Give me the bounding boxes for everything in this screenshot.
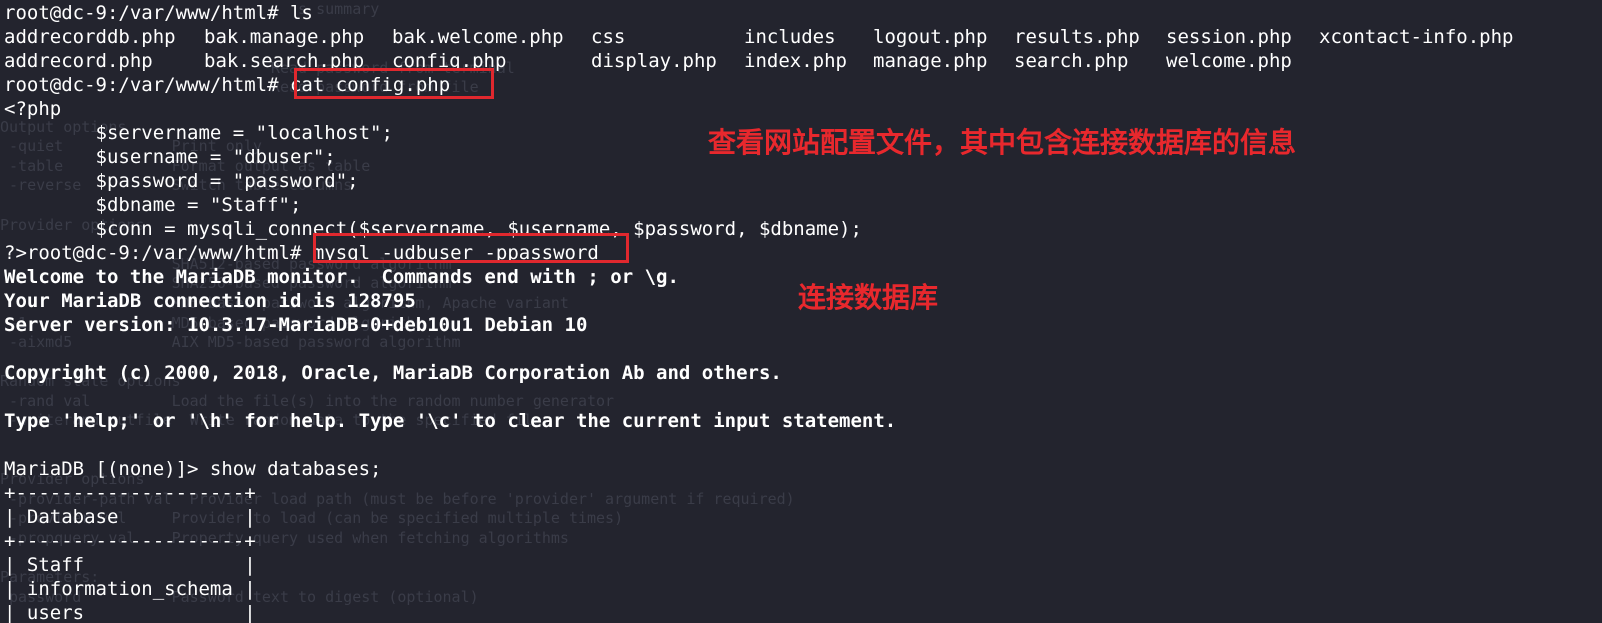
php-source-line: $password = "password"; [4, 170, 359, 192]
table-header: | Database | [4, 506, 256, 528]
ls-output-row-2: addrecord.php bak.search.php config.php dis… [4, 49, 1513, 73]
shell-prompt: ?>root@dc-9:/var/www/html# [4, 242, 313, 264]
show-databases-command: show databases; [209, 458, 382, 480]
mysql-banner-line [4, 337, 1513, 361]
ls-entry: xcontact-info.php [1319, 26, 1514, 48]
cat-command-line: root@dc-9:/var/www/html# cat config.php [4, 73, 1513, 97]
ls-entry: results.php [1014, 26, 1140, 48]
ls-entry: search.php [1014, 50, 1129, 72]
mariadb-command-line: MariaDB [(none)]> show databases; [4, 457, 1513, 481]
ls-command: ls [289, 2, 313, 24]
table-row: | users | [4, 602, 256, 623]
ls-entry: css [591, 26, 626, 48]
table-row: | Staff | [4, 554, 256, 576]
ls-entry: includes [744, 26, 836, 48]
mysql-command-highlight [313, 233, 629, 263]
ls-entry: addrecorddb.php [4, 26, 176, 48]
terminal-window[interactable]: s summary Read password from terminal Re… [0, 0, 1602, 623]
mysql-banner-line: Welcome to the MariaDB monitor. Commands… [4, 266, 679, 288]
shell-prompt: root@dc-9:/var/www/html# [4, 74, 290, 96]
table-row: | information_schema | [4, 578, 256, 600]
ls-command-line: root@dc-9:/var/www/html# ls [4, 1, 1513, 25]
config-annotation: 查看网站配置文件，其中包含连接数据库的信息 [708, 126, 1297, 159]
mysql-banner-line [4, 433, 1513, 457]
table-border: +--------------------+ [4, 482, 256, 504]
mysql-banner-line: Your MariaDB connection id is 128795 [4, 290, 416, 312]
php-source-line: <?php [4, 98, 62, 120]
ls-entry: addrecord.php [4, 50, 153, 72]
ls-entry: welcome.php [1166, 50, 1292, 72]
ls-entry: bak.welcome.php [392, 26, 564, 48]
mysql-banner-line: Type 'help;' or '\h' for help. Type '\c'… [4, 410, 897, 432]
ls-entry: index.php [744, 50, 847, 72]
ls-entry: bak.manage.php [204, 26, 365, 48]
mariadb-prompt: MariaDB [(none)]> [4, 458, 210, 480]
mysql-command-line: ?>root@dc-9:/var/www/html# mysql -udbuse… [4, 241, 1513, 265]
php-source-line: $dbname = "Staff"; [4, 194, 302, 216]
ls-entry: display.php [591, 50, 717, 72]
mysql-banner-line [4, 385, 1513, 409]
ls-output-row-1: addrecorddb.php bak.manage.php bak.welcome… [4, 25, 1513, 49]
mysql-banner-line: Copyright (c) 2000, 2018, Oracle, MariaD… [4, 362, 782, 384]
shell-prompt: root@dc-9:/var/www/html# [4, 2, 290, 24]
table-border: +--------------------+ [4, 530, 256, 552]
ls-entry: logout.php [873, 26, 988, 48]
terminal-output: root@dc-9:/var/www/html# ls addrecorddb.… [4, 1, 1513, 623]
mysql-banner-line: Server version: 10.3.17-MariaDB-0+deb10u… [4, 314, 588, 336]
ls-entry: manage.php [873, 50, 988, 72]
cat-command-highlight [294, 68, 494, 99]
ls-entry: session.php [1166, 26, 1292, 48]
php-source-line: $conn = mysqli_connect($servername, $use… [4, 218, 862, 240]
connect-annotation: 连接数据库 [798, 281, 939, 314]
